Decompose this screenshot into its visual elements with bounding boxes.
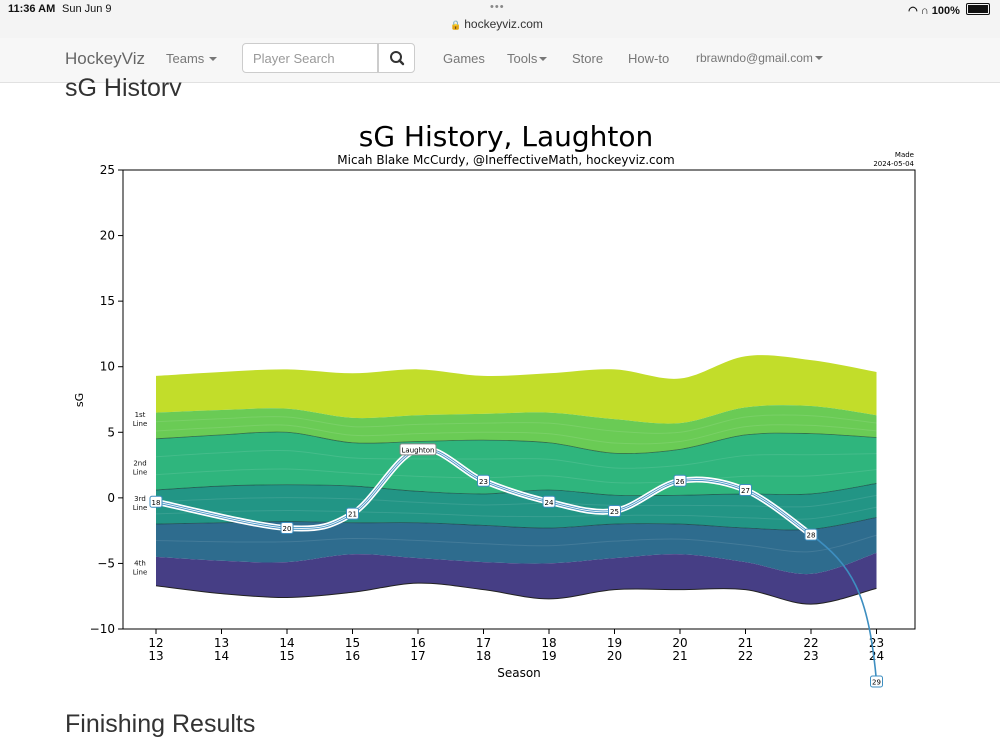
y-tick-label: −10 <box>90 622 115 636</box>
made-date: 2024-05-04 <box>873 160 914 168</box>
y-tick-label: 0 <box>107 491 115 505</box>
sg-history-chart: 2520151050−5−101213131414151516161717181… <box>73 120 916 688</box>
point-label-text: 27 <box>741 487 750 495</box>
point-label-text: 26 <box>676 478 685 486</box>
line-label: 1st <box>135 411 146 419</box>
y-tick-label: −5 <box>97 556 115 570</box>
x-tick-label-bottom: 20 <box>607 649 622 663</box>
line-label: 4th <box>134 559 146 567</box>
point-label: 21 <box>346 507 359 520</box>
x-tick-label-bottom: 18 <box>476 649 491 663</box>
x-tick-label-bottom: 19 <box>541 649 556 663</box>
x-tick-label-bottom: 17 <box>410 649 425 663</box>
y-tick-label: 25 <box>100 163 115 177</box>
point-label-text: 24 <box>545 499 554 507</box>
x-tick-label-top: 14 <box>279 636 294 650</box>
x-tick-label-top: 17 <box>476 636 491 650</box>
point-label: 26 <box>673 474 687 487</box>
x-tick-label-top: 13 <box>214 636 229 650</box>
line-label: 2nd <box>133 460 146 468</box>
x-tick-label-top: 21 <box>738 636 753 650</box>
made-label: Made <box>895 151 914 159</box>
x-tick-label-bottom: 23 <box>803 649 818 663</box>
point-label-text: 25 <box>610 508 619 516</box>
x-axis-label: Season <box>497 666 541 680</box>
y-axis-label: sG <box>73 393 86 407</box>
y-tick-label: 5 <box>107 425 115 439</box>
point-label: 25 <box>608 504 621 517</box>
point-label-text: 21 <box>348 511 357 519</box>
point-label-text: 28 <box>807 532 816 540</box>
point-label: 23 <box>477 474 490 487</box>
chart-subtitle: Micah Blake McCurdy, @IneffectiveMath, h… <box>337 153 674 167</box>
x-tick-label-top: 12 <box>148 636 163 650</box>
x-tick-label-bottom: 21 <box>672 649 687 663</box>
x-tick-label-bottom: 14 <box>214 649 229 663</box>
point-label: 20 <box>280 522 294 535</box>
x-tick-label-bottom: 24 <box>869 649 884 663</box>
line-label: Line <box>133 568 148 576</box>
chart-title: sG History, Laughton <box>359 120 653 153</box>
y-tick-label: 15 <box>100 294 115 308</box>
x-tick-label-top: 19 <box>607 636 622 650</box>
point-label: 24 <box>542 495 556 508</box>
x-tick-label-bottom: 15 <box>279 649 294 663</box>
line-label: 3rd <box>134 495 146 503</box>
point-label-text: 23 <box>479 478 488 486</box>
point-label-text: 29 <box>872 678 881 686</box>
line-label: Line <box>133 420 148 428</box>
point-label: 29 <box>870 675 883 688</box>
x-tick-label-top: 22 <box>803 636 818 650</box>
x-tick-label-bottom: 16 <box>345 649 360 663</box>
point-label: 28 <box>804 528 818 541</box>
x-tick-label-top: 20 <box>672 636 687 650</box>
point-label-text: 20 <box>283 525 292 533</box>
line-label: Line <box>133 504 148 512</box>
point-label-text: 18 <box>152 499 161 507</box>
y-tick-label: 20 <box>100 229 115 243</box>
x-tick-label-bottom: 22 <box>738 649 753 663</box>
line-label: Line <box>133 469 148 477</box>
y-tick-label: 10 <box>100 360 115 374</box>
point-label: Laughton <box>399 443 437 456</box>
x-tick-label-top: 15 <box>345 636 360 650</box>
point-label: 27 <box>739 483 752 496</box>
x-tick-label-top: 18 <box>541 636 556 650</box>
x-tick-label-bottom: 13 <box>148 649 163 663</box>
point-label: 18 <box>149 495 163 508</box>
x-tick-label-top: 16 <box>410 636 425 650</box>
point-label-text: Laughton <box>402 446 435 454</box>
